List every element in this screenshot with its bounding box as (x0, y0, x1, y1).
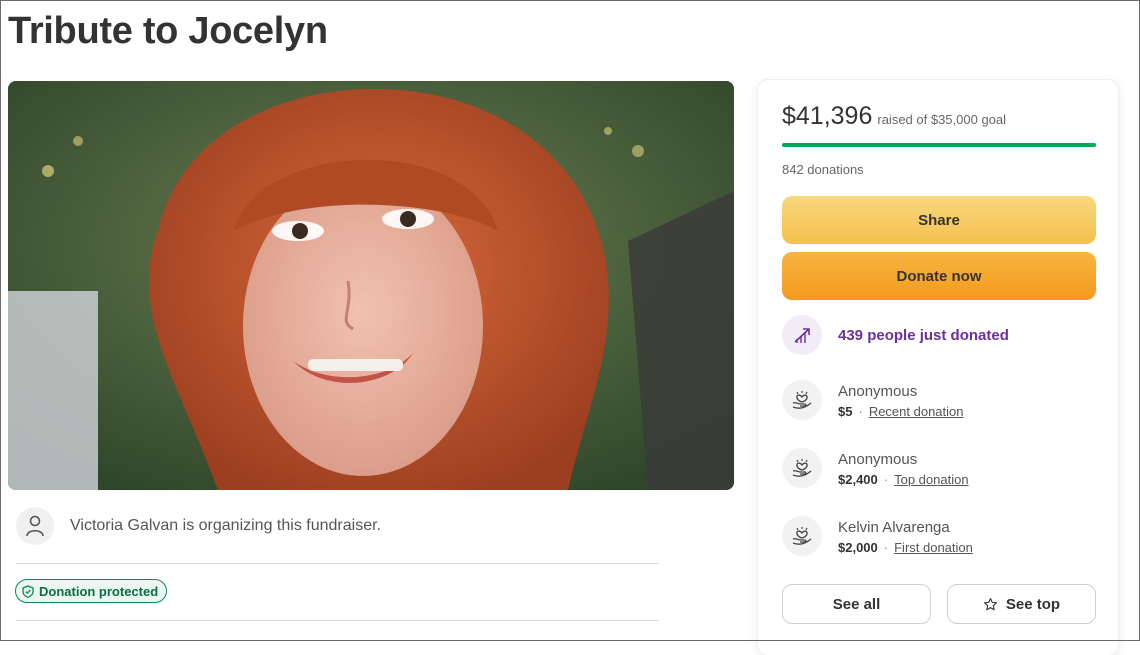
see-all-button[interactable]: See all (782, 584, 931, 624)
see-top-label: See top (1005, 595, 1061, 613)
raised-amount: $41,396 (782, 102, 873, 130)
donation-type-link[interactable]: First donation (894, 540, 973, 555)
donor-name: Anonymous (838, 382, 918, 400)
recent-donations-row: 439 people just donated (782, 315, 1009, 355)
raised-summary: $41,396 raised of $35,000 goal (782, 102, 1006, 131)
donation-hand-icon (782, 516, 822, 556)
donor-amount: $5 (838, 403, 853, 419)
donor-amount: $2,400 (838, 471, 878, 487)
donation-hand-icon (782, 380, 822, 420)
donation-protected-badge[interactable]: Donation protected (15, 579, 168, 603)
donation-type-link[interactable]: Top donation (894, 472, 968, 487)
goal-text: raised of $35,000 goal (877, 112, 1007, 127)
share-button[interactable]: Share (782, 196, 1096, 244)
donor-amount: $2,000 (838, 539, 878, 555)
donor-item: Anonymous $2,400 · Top donation (782, 448, 969, 488)
organizer-row: Victoria Galvan is organizing this fundr… (16, 507, 381, 545)
divider (16, 563, 658, 564)
donations-count: 842 donations (782, 162, 864, 177)
donation-type-link[interactable]: Recent donation (869, 404, 964, 419)
star-icon (983, 597, 997, 610)
recent-donations-text: 439 people just donated (838, 326, 1009, 344)
trending-up-icon (782, 315, 822, 355)
campaign-photo (8, 81, 734, 490)
donor-name: Kelvin Alvarenga (838, 518, 950, 536)
donation-card: $41,396 raised of $35,000 goal 842 donat… (758, 80, 1118, 655)
progress-bar (782, 143, 1096, 147)
donate-now-button[interactable]: Donate now (782, 252, 1096, 300)
donor-item: Anonymous $5 · Recent donation (782, 380, 964, 420)
separator-dot: · (858, 403, 863, 419)
progress-fill (782, 143, 1096, 147)
separator-dot: · (883, 539, 889, 555)
organizer-text: Victoria Galvan is organizing this fundr… (70, 517, 381, 534)
donor-item: Kelvin Alvarenga $2,000 · First donation (782, 516, 973, 556)
shield-check-icon (22, 584, 34, 598)
page-title: Tribute to Jocelyn (8, 10, 328, 52)
donor-name: Anonymous (838, 450, 918, 468)
divider (16, 620, 658, 621)
badge-label: Donation protected (39, 583, 159, 599)
donation-hand-icon (782, 448, 822, 488)
separator-dot: · (883, 471, 889, 487)
user-icon (16, 507, 54, 545)
see-all-label: See all (832, 595, 881, 613)
see-top-button[interactable]: See top (947, 584, 1096, 624)
